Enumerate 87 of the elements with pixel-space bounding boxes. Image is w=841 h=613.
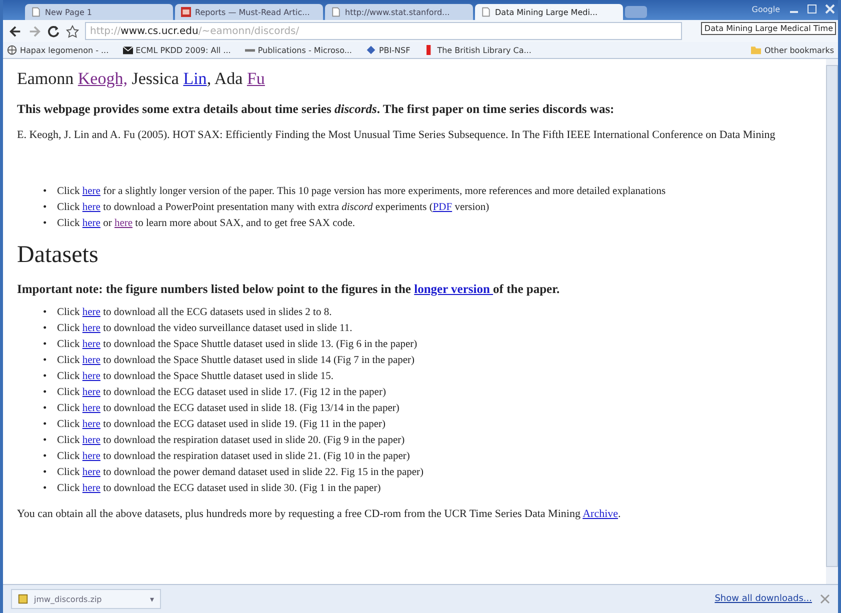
- link[interactable]: here: [82, 202, 100, 213]
- bookmark[interactable]: Publications - Microso...: [244, 45, 352, 55]
- link[interactable]: here: [82, 434, 100, 446]
- profile-label: Google: [752, 4, 780, 14]
- tooltip: Data Mining Large Medical Time: [701, 22, 836, 35]
- show-all-downloads-link[interactable]: Show all downloads...: [714, 594, 812, 604]
- browser-tab[interactable]: Data Mining Large Medi...: [475, 4, 623, 20]
- link[interactable]: here: [82, 386, 100, 398]
- bullet: •: [43, 466, 48, 480]
- link[interactable]: here: [82, 306, 100, 318]
- section-heading: Datasets: [17, 242, 100, 269]
- list-item-text: Click here to download the respiration dataset used in slide 21. (Fig 10 in the paper): [57, 450, 410, 464]
- reference-text: E. Keogh, J. Lin and A. Fu (2005). HOT SAX: Efficiently Finding the Most Unusual Time Series Subsequence. In The Fifth IEEE International Conference on Data Mining: [17, 128, 776, 143]
- link[interactable]: here: [82, 418, 100, 430]
- list-item-text: Click here to download the ECG dataset used in slide 19. (Fig 11 in the paper): [57, 418, 386, 432]
- close-icon[interactable]: [820, 594, 830, 604]
- bullet: •: [43, 450, 48, 464]
- link[interactable]: here: [114, 218, 133, 229]
- link[interactable]: here: [82, 466, 100, 478]
- report-icon: [181, 7, 191, 17]
- list-item-text: Click here to download the Space Shuttle dataset used in slide 14 (Fig 7 in the paper): [57, 354, 415, 368]
- footer-text: You can obtain all the above datasets, plus hundreds more by requesting a free CD-rom from the UCR Time Series Data Mining Archive.: [17, 506, 622, 522]
- envelope-icon: [122, 45, 133, 55]
- browser-tab[interactable]: http://www.stat.stanford...: [325, 4, 473, 20]
- list-item-text: Click here to download the ECG dataset used in slide 18. (Fig 13/14 in the paper): [57, 402, 400, 416]
- bullet: •: [43, 306, 48, 320]
- browser-tab[interactable]: New Page 1: [25, 4, 173, 20]
- star-icon[interactable]: [66, 24, 79, 38]
- link[interactable]: longer version: [414, 282, 494, 296]
- link[interactable]: Archive: [582, 508, 618, 520]
- bullet: •: [43, 402, 48, 416]
- bullet: •: [43, 386, 48, 400]
- list-item-text: Click here or here to learn more about SAX, and to get free SAX code.: [57, 216, 356, 231]
- globe-icon: [7, 45, 17, 55]
- intro-text: This webpage provides some extra details about time series discords. The first paper on time series discords was:: [17, 102, 616, 117]
- list-item-text: Click here to download the ECG dataset used in slide 30. (Fig 1 in the paper): [57, 482, 381, 496]
- author-link[interactable]: Fu: [246, 69, 265, 88]
- bookmark[interactable]: The British Library Ca...: [424, 45, 532, 55]
- link[interactable]: here: [82, 218, 100, 229]
- scrollbar[interactable]: [826, 59, 838, 584]
- bullet: •: [43, 322, 48, 336]
- page-icon: [331, 7, 341, 17]
- link[interactable]: here: [82, 402, 100, 414]
- link[interactable]: PDF: [432, 202, 452, 213]
- bullet: •: [43, 434, 48, 448]
- bullet: •: [43, 354, 48, 368]
- link[interactable]: here: [82, 186, 100, 197]
- bullet: •: [43, 338, 48, 352]
- author-link[interactable]: Keogh,: [78, 69, 128, 88]
- bullet: •: [43, 184, 48, 199]
- author-line: Eamonn Keogh, Jessica Lin, Ada Fu: [17, 69, 266, 89]
- bullet: •: [43, 418, 48, 432]
- reload-icon[interactable]: [47, 24, 60, 38]
- list-item-text: Click here to download all the ECG datasets used in slides 2 to 8.: [57, 306, 332, 320]
- bullet: •: [43, 482, 48, 496]
- page-icon: [31, 7, 41, 17]
- note-text: Important note: the figure numbers listed below point to the figures in the longer version of the paper.: [17, 282, 561, 297]
- list-item-text: Click here to download the Space Shuttle dataset used in slide 15.: [57, 370, 334, 384]
- list-item-text: Click here to download the power demand dataset used in slide 22. Fig 15 in the paper): [57, 466, 424, 480]
- page-icon: [481, 7, 491, 17]
- list-item-text: Click here to download the ECG dataset used in slide 17. (Fig 12 in the paper): [57, 386, 386, 400]
- list-item-text: Click here to download the respiration dataset used in slide 20. (Fig 9 in the paper): [57, 434, 405, 448]
- address-bar[interactable]: http://www.cs.ucr.edu/~eamonn/discords/: [85, 22, 682, 40]
- list-item-text: Click here to download a PowerPoint presentation many with extra discord experiments (PDF version): [57, 200, 490, 215]
- link[interactable]: here: [82, 450, 100, 462]
- list-item-text: Click here for a slightly longer version of the paper. This 10 page version has more experiments, more references and more detailed explanations: [57, 184, 666, 199]
- bullet: •: [43, 200, 48, 215]
- bookmark[interactable]: Hapax legomenon - ...: [7, 45, 109, 55]
- link[interactable]: here: [82, 338, 100, 350]
- bullet: •: [43, 216, 48, 231]
- back-icon[interactable]: [9, 24, 22, 38]
- bullet: •: [43, 370, 48, 384]
- other-bookmarks[interactable]: Other bookmarks: [751, 45, 834, 55]
- download-item[interactable]: jmw_discords.zip ▾: [11, 589, 161, 609]
- folder-icon: [751, 45, 762, 55]
- browser-tab[interactable]: Reports — Must-Read Artic...: [175, 4, 323, 20]
- archive-icon: [18, 594, 28, 604]
- link[interactable]: here: [82, 370, 100, 382]
- bookmark[interactable]: ECML PKDD 2009: All ...: [122, 45, 231, 55]
- link[interactable]: here: [82, 482, 100, 494]
- diamond-icon: [366, 45, 376, 55]
- link[interactable]: here: [82, 354, 100, 366]
- bookmark[interactable]: PBI-NSF: [366, 45, 410, 55]
- list-item-text: Click here to download the Space Shuttle dataset used in slide 13. (Fig 6 in the paper): [57, 338, 418, 352]
- link[interactable]: here: [82, 322, 100, 334]
- author-link[interactable]: Lin: [183, 69, 207, 88]
- list-item-text: Click here to download the video surveillance dataset used in slide 11.: [57, 322, 352, 336]
